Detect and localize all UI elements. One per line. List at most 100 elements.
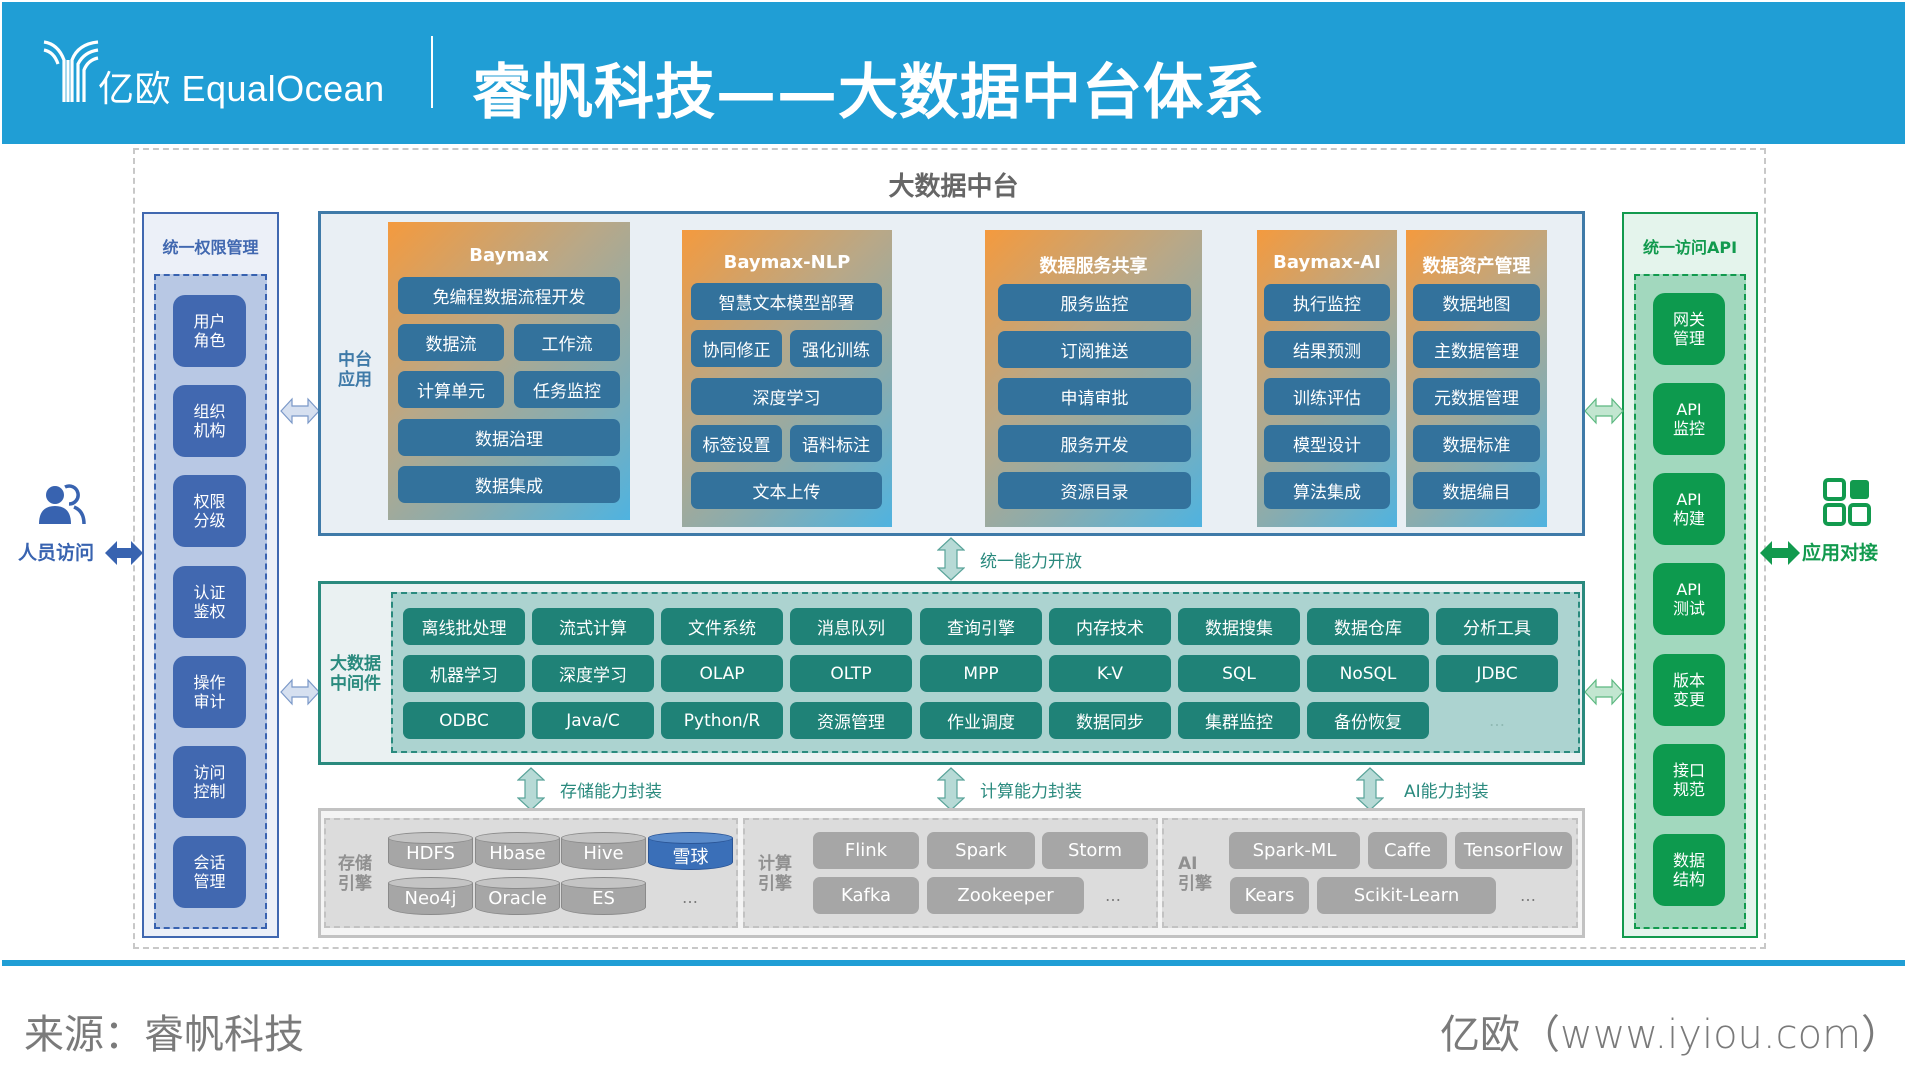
- compute-engine-item[interactable]: Zookeeper: [927, 877, 1084, 914]
- module-item[interactable]: 强化训练: [790, 330, 882, 367]
- module-item[interactable]: 执行监控: [1264, 284, 1390, 321]
- module-item[interactable]: 资源目录: [998, 472, 1191, 509]
- module-item[interactable]: 数据编目: [1413, 472, 1540, 509]
- module-item[interactable]: 任务监控: [514, 371, 620, 408]
- middleware-item[interactable]: 内存技术: [1049, 608, 1171, 645]
- middleware-item[interactable]: 文件系统: [661, 608, 783, 645]
- module-item[interactable]: 结果预测: [1264, 331, 1390, 368]
- storage-engine-snowball[interactable]: 雪球: [648, 832, 733, 874]
- module-baymax-ai: Baymax-AI 执行监控 结果预测 训练评估 模型设计 算法集成: [1257, 230, 1397, 527]
- more-ellipsis: …: [1489, 711, 1505, 730]
- middleware-item[interactable]: 数据搜集: [1178, 608, 1300, 645]
- api-item[interactable]: 版本 变更: [1653, 654, 1725, 726]
- module-item[interactable]: 主数据管理: [1413, 331, 1540, 368]
- api-panel-title: 统一访问API: [1642, 238, 1738, 257]
- middleware-item[interactable]: 深度学习: [532, 655, 654, 692]
- middleware-item[interactable]: 数据同步: [1049, 702, 1171, 739]
- api-item[interactable]: API 构建: [1653, 473, 1725, 545]
- credit-note: 亿欧（www.iyiou.com）: [1440, 1012, 1902, 1058]
- api-item[interactable]: 网关 管理: [1653, 293, 1725, 365]
- storage-engine-label: 存储 引擎: [338, 854, 372, 894]
- compute-engine-item[interactable]: Kafka: [813, 877, 919, 914]
- permission-item[interactable]: 组织 机构: [173, 385, 246, 457]
- api-item[interactable]: 数据 结构: [1653, 834, 1725, 906]
- middleware-item[interactable]: 备份恢复: [1307, 702, 1429, 739]
- middleware-item[interactable]: SQL: [1178, 655, 1300, 692]
- middleware-item[interactable]: MPP: [920, 655, 1042, 692]
- storage-engine-hbase[interactable]: Hbase: [475, 832, 560, 874]
- double-arrow-icon: [280, 397, 320, 425]
- storage-engine-oracle[interactable]: Oracle: [475, 877, 560, 919]
- middleware-item[interactable]: JDBC: [1436, 655, 1558, 692]
- api-item[interactable]: API 监控: [1653, 383, 1725, 455]
- storage-engine-hive[interactable]: Hive: [561, 832, 646, 874]
- module-item[interactable]: 订阅推送: [998, 331, 1191, 368]
- storage-engine-hdfs[interactable]: HDFS: [388, 832, 473, 874]
- middleware-item[interactable]: 分析工具: [1436, 608, 1558, 645]
- middleware-item[interactable]: 查询引擎: [920, 608, 1042, 645]
- module-item[interactable]: 文本上传: [691, 472, 882, 509]
- module-item[interactable]: 智慧文本模型部署: [691, 283, 882, 320]
- app-grid-icon: [1823, 478, 1871, 526]
- module-item[interactable]: 深度学习: [691, 378, 882, 415]
- middleware-item[interactable]: Python/R: [661, 702, 783, 739]
- module-item[interactable]: 模型设计: [1264, 425, 1390, 462]
- middleware-item[interactable]: 集群监控: [1178, 702, 1300, 739]
- middleware-item[interactable]: ODBC: [403, 702, 525, 739]
- ai-engine-item[interactable]: Scikit-Learn: [1317, 877, 1496, 914]
- module-item[interactable]: 数据集成: [398, 466, 620, 503]
- module-item[interactable]: 数据治理: [398, 419, 620, 456]
- api-item[interactable]: API 测试: [1653, 563, 1725, 635]
- ai-engine-item[interactable]: Spark-ML: [1229, 832, 1360, 869]
- api-item[interactable]: 接口 规范: [1653, 744, 1725, 816]
- middleware-item[interactable]: 消息队列: [790, 608, 912, 645]
- permission-item[interactable]: 会话 管理: [173, 836, 246, 908]
- engine-name: 雪球: [672, 847, 709, 868]
- permission-item[interactable]: 访问 控制: [173, 746, 246, 818]
- module-item[interactable]: 工作流: [514, 324, 620, 361]
- middleware-item[interactable]: 资源管理: [790, 702, 912, 739]
- module-item[interactable]: 算法集成: [1264, 472, 1390, 509]
- module-item[interactable]: 标签设置: [691, 425, 782, 462]
- permission-items-container: 用户 角色 组织 机构 权限 分级 认证 鉴权 操作 审计 访问 控制 会话 管…: [154, 274, 267, 929]
- middleware-item[interactable]: 流式计算: [532, 608, 654, 645]
- module-item[interactable]: 申请审批: [998, 378, 1191, 415]
- storage-engine-neo4j[interactable]: Neo4j: [388, 877, 473, 919]
- api-items-container: 网关 管理 API 监控 API 构建 API 测试 版本 变更 接口 规范 数…: [1634, 274, 1746, 929]
- middleware-item[interactable]: 数据仓库: [1307, 608, 1429, 645]
- middleware-item[interactable]: 作业调度: [920, 702, 1042, 739]
- middleware-item[interactable]: 机器学习: [403, 655, 525, 692]
- compute-engine-item[interactable]: Spark: [927, 832, 1035, 869]
- middleware-item[interactable]: OLAP: [661, 655, 783, 692]
- module-item[interactable]: 协同修正: [691, 330, 782, 367]
- module-item[interactable]: 数据地图: [1413, 284, 1540, 321]
- module-item[interactable]: 计算单元: [398, 371, 504, 408]
- middleware-item[interactable]: 离线批处理: [403, 608, 525, 645]
- module-item[interactable]: 语料标注: [790, 425, 882, 462]
- ai-engine-item[interactable]: Kears: [1230, 877, 1309, 914]
- permission-item[interactable]: 权限 分级: [173, 475, 246, 547]
- permission-item[interactable]: 用户 角色: [173, 295, 246, 367]
- middleware-item[interactable]: NoSQL: [1307, 655, 1429, 692]
- ai-capability-label: AI能力封装: [1404, 782, 1489, 802]
- permission-item[interactable]: 操作 审计: [173, 656, 246, 728]
- module-item[interactable]: 服务开发: [998, 425, 1191, 462]
- compute-engine-item[interactable]: Flink: [813, 832, 919, 869]
- double-arrow-icon: [105, 541, 143, 565]
- compute-engine-item[interactable]: Storm: [1042, 832, 1148, 869]
- middleware-item[interactable]: OLTP: [790, 655, 912, 692]
- permission-item[interactable]: 认证 鉴权: [173, 566, 246, 638]
- ai-engine-item[interactable]: TensorFlow: [1455, 832, 1572, 869]
- middleware-item[interactable]: Java/C: [532, 702, 654, 739]
- module-item[interactable]: 免编程数据流程开发: [398, 277, 620, 314]
- header-divider: [431, 36, 433, 108]
- platform-title: 大数据中台: [888, 172, 1019, 202]
- module-item[interactable]: 数据标准: [1413, 425, 1540, 462]
- module-item[interactable]: 元数据管理: [1413, 378, 1540, 415]
- middleware-item[interactable]: K-V: [1049, 655, 1171, 692]
- module-item[interactable]: 服务监控: [998, 284, 1191, 321]
- storage-engine-es[interactable]: ES: [561, 877, 646, 919]
- module-item[interactable]: 训练评估: [1264, 378, 1390, 415]
- ai-engine-item[interactable]: Caffe: [1368, 832, 1447, 869]
- module-item[interactable]: 数据流: [398, 324, 504, 361]
